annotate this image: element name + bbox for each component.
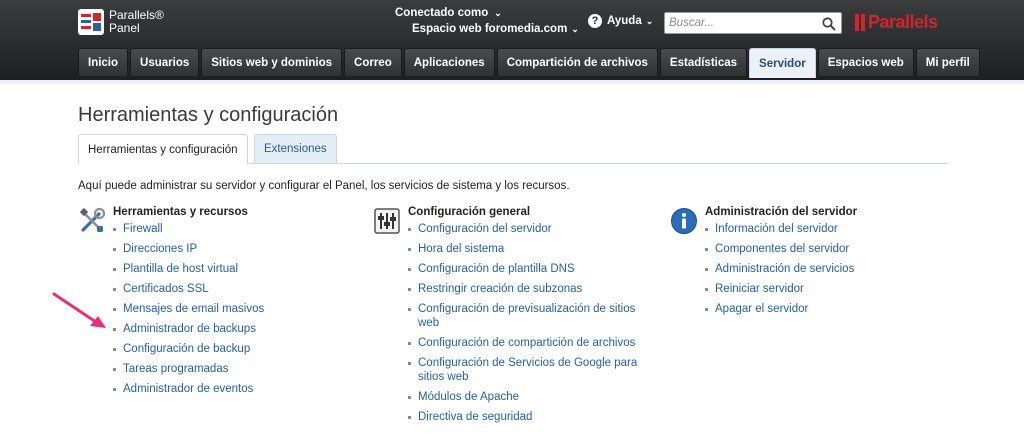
list-item: Administrador de backups	[113, 322, 313, 336]
link-comparticion-de-archivos[interactable]: Configuración de compartición de archivo…	[418, 337, 635, 349]
list-item: Módulos de Apache	[408, 390, 643, 404]
list-item: Direcciones IP	[113, 242, 313, 256]
main-content: Herramientas y configuración Herramienta…	[0, 80, 1024, 440]
list-item: Hora del sistema	[408, 242, 643, 256]
connected-as-menu[interactable]: Conectado como ⌄	[395, 7, 502, 19]
link-reiniciar-servidor[interactable]: Reiniciar servidor	[715, 283, 804, 295]
link-tareas-programadas[interactable]: Tareas programadas	[123, 363, 228, 375]
link-informacion-del-servidor[interactable]: Información del servidor	[715, 223, 838, 235]
logo-line2: Panel	[109, 21, 140, 35]
tab-extensiones[interactable]: Extensiones	[254, 134, 337, 164]
annotation-arrow-icon	[52, 292, 106, 328]
list-item: Configuración de previsualización de sit…	[408, 302, 643, 330]
link-administrador-de-eventos[interactable]: Administrador de eventos	[123, 383, 253, 395]
list-item: Reiniciar servidor	[705, 282, 905, 296]
nav-usuarios[interactable]: Usuarios	[130, 48, 200, 76]
nav-servidor[interactable]: Servidor	[749, 48, 816, 78]
nav-correo[interactable]: Correo	[344, 48, 402, 76]
list-item: Componentes del servidor	[705, 242, 905, 256]
list-item: Configuración de backup	[113, 342, 313, 356]
link-restringir-subzonas[interactable]: Restringir creación de subzonas	[418, 283, 582, 295]
list-item: Configuración de Servicios de Google par…	[408, 356, 643, 384]
list-item: Firewall	[113, 222, 313, 236]
list-item: Configuración de compartición de archivo…	[408, 336, 643, 350]
link-configuracion-de-backup[interactable]: Configuración de backup	[123, 343, 250, 355]
top-header: Parallels® Panel Conectado como ⌄ Espacio…	[0, 0, 1024, 80]
list-item: Tareas programadas	[113, 362, 313, 376]
search-icon[interactable]	[821, 16, 837, 32]
link-directiva-de-seguridad[interactable]: Directiva de seguridad	[418, 411, 532, 423]
help-label: Ayuda	[607, 15, 642, 27]
list-item: Administración de servicios	[705, 262, 905, 276]
link-administrador-de-backups[interactable]: Administrador de backups	[123, 323, 256, 335]
link-direcciones-ip[interactable]: Direcciones IP	[123, 243, 197, 255]
webspace-label: Espacio web foromedia.com	[412, 23, 568, 35]
content-top-strip	[0, 80, 1024, 84]
nav-mi-perfil[interactable]: Mi perfil	[915, 48, 980, 76]
list-item: Mensajes de email masivos	[113, 302, 313, 316]
parallels-panel-logo[interactable]: Parallels® Panel	[78, 9, 168, 37]
search-input[interactable]	[669, 15, 814, 31]
help-icon: ?	[588, 14, 602, 28]
tab-herramientas-y-configuracion[interactable]: Herramientas y configuración	[78, 134, 248, 165]
help-menu[interactable]: ? Ayuda ⌄	[588, 14, 653, 28]
section-title: Administración del servidor	[705, 206, 858, 218]
chevron-down-icon: ⌄	[571, 24, 579, 34]
page-tabs: Herramientas y configuración Extensiones	[78, 134, 948, 165]
sliders-icon	[374, 208, 400, 234]
link-apagar-el-servidor[interactable]: Apagar el servidor	[715, 303, 808, 315]
nav-espacios-web[interactable]: Espacios web	[817, 48, 914, 76]
info-icon	[671, 208, 697, 234]
intro-text: Aquí puede administrar su servidor y con…	[78, 180, 570, 192]
link-configuracion-del-servidor[interactable]: Configuración del servidor	[418, 223, 552, 235]
search-box	[664, 12, 842, 34]
chevron-down-icon: ⌄	[494, 8, 502, 18]
link-componentes-del-servidor[interactable]: Componentes del servidor	[715, 243, 849, 255]
link-plantilla-host-virtual[interactable]: Plantilla de host virtual	[123, 263, 238, 275]
nav-sitios-web-y-dominios[interactable]: Sitios web y dominios	[201, 48, 343, 76]
link-certificados-ssl[interactable]: Certificados SSL	[123, 283, 209, 295]
list-item: Directiva de seguridad	[408, 410, 643, 424]
list-item: Apagar el servidor	[705, 302, 905, 316]
list-item: Configuración del servidor	[408, 222, 643, 236]
main-nav: Inicio Usuarios Sitios web y dominios Co…	[78, 48, 982, 78]
section-title: Configuración general	[408, 206, 531, 218]
link-list: Firewall Direcciones IP Plantilla de hos…	[113, 222, 313, 402]
list-item: Información del servidor	[705, 222, 905, 236]
link-hora-del-sistema[interactable]: Hora del sistema	[418, 243, 504, 255]
parallels-bars-icon	[855, 13, 865, 31]
nav-estadisticas[interactable]: Estadísticas	[659, 48, 748, 76]
link-plantilla-dns[interactable]: Configuración de plantilla DNS	[418, 263, 575, 275]
link-previsualizacion-sitios-web[interactable]: Configuración de previsualización de sit…	[418, 303, 635, 329]
webspace-selector[interactable]: Espacio web foromedia.com ⌄	[412, 23, 579, 35]
page-title: Herramientas y configuración	[78, 104, 339, 126]
link-modulos-de-apache[interactable]: Módulos de Apache	[418, 391, 519, 403]
logo-text: Parallels® Panel	[109, 9, 164, 35]
link-servicios-de-google[interactable]: Configuración de Servicios de Google par…	[418, 357, 637, 383]
list-item: Restringir creación de subzonas	[408, 282, 643, 296]
list-item: Plantilla de host virtual	[113, 262, 313, 276]
nav-inicio[interactable]: Inicio	[78, 48, 129, 76]
link-administracion-de-servicios[interactable]: Administración de servicios	[715, 263, 854, 275]
parallels-brand-logo: Parallels	[855, 10, 938, 34]
connected-as-label: Conectado como	[395, 7, 489, 19]
link-list: Configuración del servidor Hora del sist…	[408, 222, 643, 430]
list-item: Certificados SSL	[113, 282, 313, 296]
list-item: Configuración de plantilla DNS	[408, 262, 643, 276]
tools-icon	[80, 207, 106, 232]
link-list: Información del servidor Componentes del…	[705, 222, 905, 322]
section-title: Herramientas y recursos	[113, 206, 248, 218]
list-item: Administrador de eventos	[113, 382, 313, 396]
brand-text: Parallels	[868, 11, 938, 32]
nav-comparticion-de-archivos[interactable]: Compartición de archivos	[496, 48, 658, 76]
chevron-down-icon: ⌄	[645, 15, 654, 26]
nav-aplicaciones[interactable]: Aplicaciones	[403, 48, 495, 76]
link-firewall[interactable]: Firewall	[123, 223, 163, 235]
link-mensajes-email-masivos[interactable]: Mensajes de email masivos	[123, 303, 264, 315]
panel-logo-icon	[78, 9, 104, 35]
